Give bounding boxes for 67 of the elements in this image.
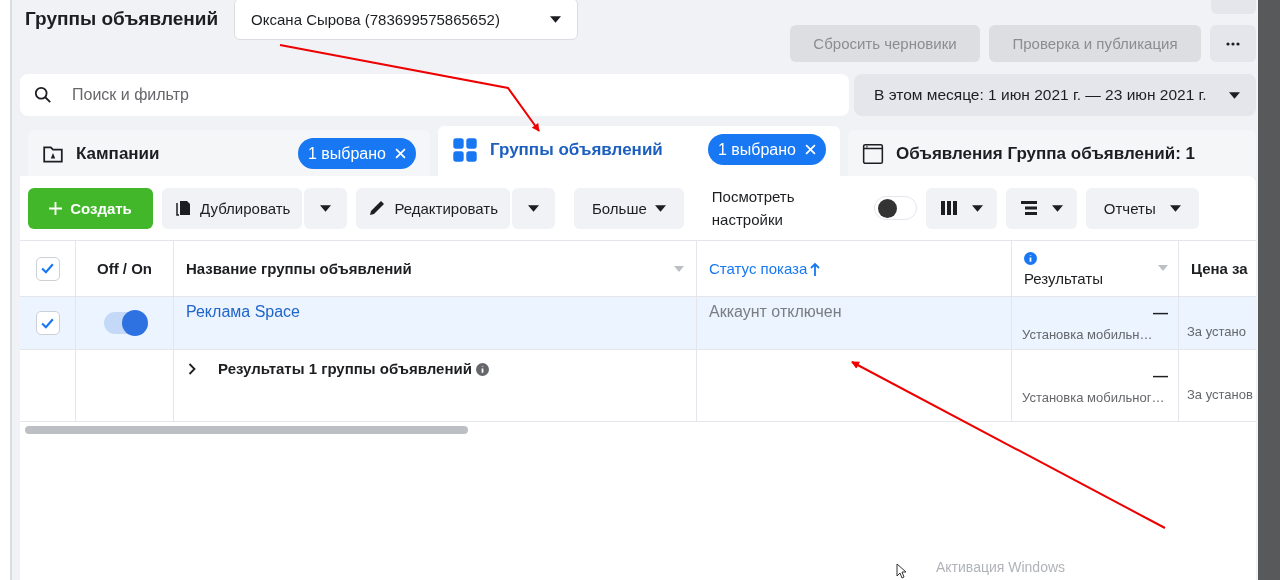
- tab-label: Кампании: [76, 143, 161, 164]
- breakdown-button[interactable]: [1005, 187, 1077, 229]
- select-all-checkbox[interactable]: [35, 256, 60, 281]
- pencil-icon: [368, 199, 387, 217]
- sort-arrow-icon: [810, 261, 821, 276]
- caret-icon: [550, 15, 562, 23]
- chevron-right-icon[interactable]: [188, 363, 196, 375]
- tab-label: Объявления Группа объявлений: 1: [896, 143, 1196, 164]
- results-value: —: [1153, 304, 1168, 321]
- close-icon: [805, 144, 816, 155]
- on-off-toggle[interactable]: [103, 312, 146, 334]
- results-type: Установка мобильн…: [1022, 327, 1154, 342]
- tab[interactable]: Объявления Группа объявлений: 1: [848, 130, 1256, 177]
- account-select[interactable]: Оксана Сырова (783699575865652): [234, 0, 579, 40]
- horizontal-scrollbar[interactable]: [25, 426, 468, 434]
- dropdown-button[interactable]: [304, 187, 348, 229]
- column-header[interactable]: Цена за: [1191, 260, 1248, 277]
- selection-badge[interactable]: 1 выбрано: [297, 138, 416, 169]
- cost-type: За установ: [1187, 386, 1253, 402]
- caret-icon: [528, 204, 539, 212]
- sort-caret-icon: [674, 265, 684, 272]
- edit-button[interactable]: Редактировать: [356, 187, 510, 229]
- copy-icon: [174, 199, 192, 217]
- row-checkbox[interactable]: [35, 311, 60, 335]
- plus-icon: [49, 201, 63, 215]
- column-header[interactable]: Название группы объявлений: [186, 260, 412, 277]
- column-header[interactable]: Результаты: [1024, 270, 1166, 287]
- results-type: Установка мобильног…: [1022, 389, 1166, 405]
- duplicate-button[interactable]: Дублировать: [162, 187, 303, 229]
- page-title: Группы объявлений: [25, 8, 219, 30]
- view-settings-toggle[interactable]: [873, 196, 917, 220]
- columns-button[interactable]: [925, 187, 997, 229]
- search-field[interactable]: Поиск и фильтр: [20, 74, 849, 116]
- tab[interactable]: Группы объявлений 1 выбрано: [438, 126, 840, 177]
- table-row[interactable]: Реклама Space Аккаунт отключен — Установка мобильн… За устано: [20, 297, 1256, 350]
- reports-button[interactable]: Отчеты: [1085, 187, 1199, 229]
- check-icon: [40, 261, 55, 276]
- tab[interactable]: Кампании 1 выбрано: [28, 130, 430, 177]
- column-header[interactable]: Off / On: [97, 260, 152, 277]
- dropdown-button[interactable]: [512, 187, 555, 229]
- ad-set-name-link[interactable]: Реклама Space: [186, 303, 300, 321]
- results-value: —: [1153, 366, 1168, 384]
- date-range-select[interactable]: В этом месяце: 1 июн 2021 г. — 23 июн 2021 г.: [854, 74, 1256, 116]
- grid-icon: [452, 136, 478, 163]
- more-icon: [1226, 41, 1240, 46]
- caret-icon: [320, 204, 332, 212]
- more-button[interactable]: Больше: [574, 187, 684, 229]
- caret-icon: [1169, 204, 1181, 212]
- caret-icon: [971, 204, 983, 212]
- sort-caret-icon: [1158, 265, 1168, 271]
- columns-icon: [939, 199, 958, 217]
- status-text: Аккаунт отключен: [709, 303, 842, 321]
- windows-activation-notice: Активация Windows: [936, 559, 1066, 575]
- caret-icon: [1229, 91, 1240, 99]
- window-icon: [862, 142, 884, 165]
- close-icon: [395, 148, 406, 159]
- selection-badge[interactable]: 1 выбрано: [707, 134, 826, 165]
- caret-icon: [654, 204, 666, 212]
- stacked-lines-icon: [1019, 199, 1038, 217]
- info-icon: [475, 363, 489, 376]
- caret-icon: [1051, 204, 1063, 212]
- tab-label: Группы объявлений: [490, 139, 664, 160]
- info-icon: [1024, 252, 1037, 265]
- cost-type: За устано: [1187, 324, 1246, 339]
- summary-label: Результаты 1 группы объявлений: [218, 360, 472, 377]
- column-header[interactable]: Статус показа: [709, 260, 821, 277]
- view-settings-label: Посмотреть настройки: [711, 187, 796, 230]
